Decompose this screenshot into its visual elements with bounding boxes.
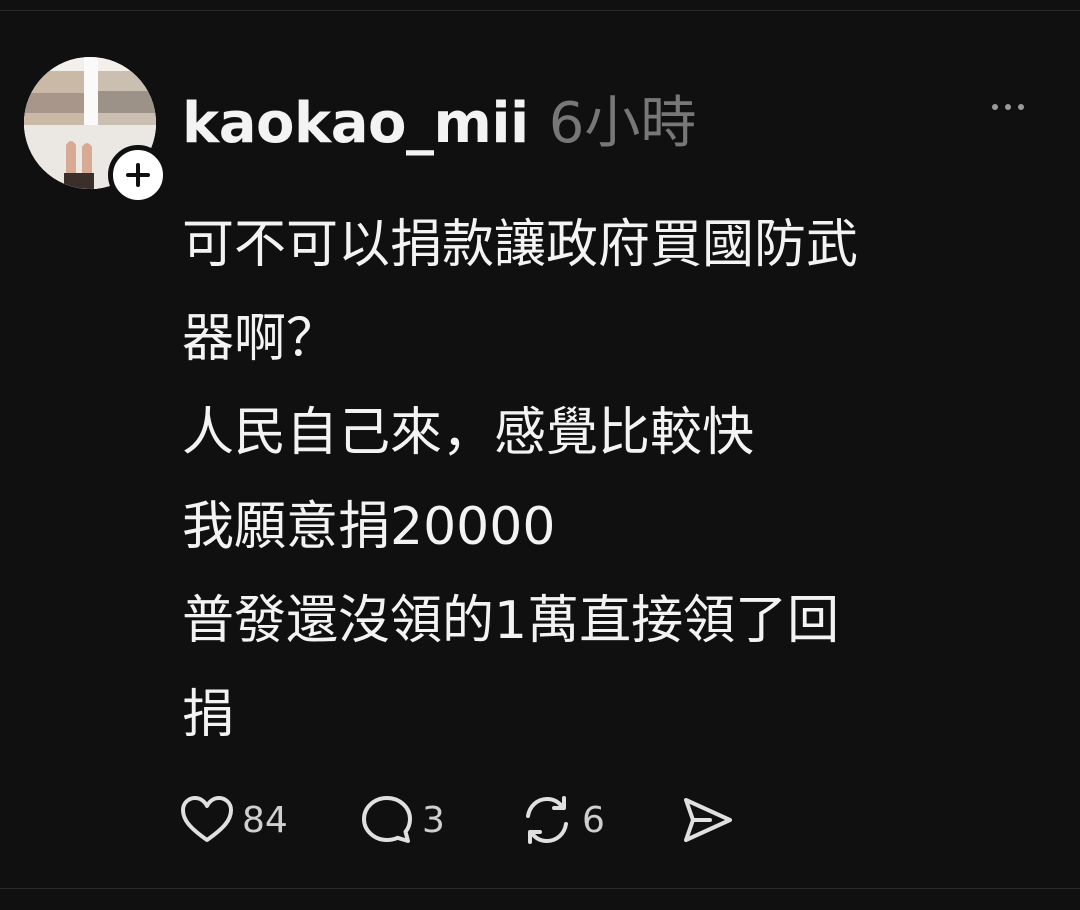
like-count: 84 <box>242 799 288 841</box>
post-text-line: 我願意捐20000 <box>182 497 556 557</box>
action-bar: 84 3 6 <box>180 792 734 848</box>
repost-count: 6 <box>582 799 605 841</box>
post-text-line: 普發還沒領的1萬直接領了回 <box>182 591 840 651</box>
post-text-line: 可不可以捐款讓政府買國防武 <box>182 215 859 275</box>
send-icon <box>684 798 732 842</box>
post-text: 可不可以捐款讓政府買國防武 器啊？ 人民自己來，感覺比較快 我願意捐20000 … <box>182 198 1042 762</box>
plus-icon <box>126 163 150 187</box>
bottom-divider <box>0 888 1080 889</box>
like-button[interactable]: 84 <box>180 795 360 845</box>
post-text-line: 捐 <box>182 685 235 745</box>
reply-count: 3 <box>422 799 445 841</box>
post-header: kaokao_mii 6小時 <box>182 78 696 156</box>
more-dots-icon <box>992 104 998 110</box>
repost-icon <box>526 796 568 844</box>
top-divider <box>0 10 1080 11</box>
share-button[interactable] <box>680 795 734 845</box>
heart-icon <box>181 796 233 842</box>
more-dots-icon <box>1005 104 1011 110</box>
more-dots-icon <box>1018 104 1024 110</box>
more-options-button[interactable] <box>982 94 1034 120</box>
username[interactable]: kaokao_mii <box>182 91 529 156</box>
timestamp: 6小時 <box>548 91 697 156</box>
avatar-container[interactable] <box>24 57 168 205</box>
repost-button[interactable]: 6 <box>520 794 680 846</box>
speech-bubble-icon <box>362 796 412 843</box>
post-text-line: 人民自己來，感覺比較快 <box>182 403 755 463</box>
follow-button[interactable] <box>108 145 168 205</box>
post-text-line: 器啊？ <box>182 309 339 369</box>
reply-button[interactable]: 3 <box>360 794 520 846</box>
